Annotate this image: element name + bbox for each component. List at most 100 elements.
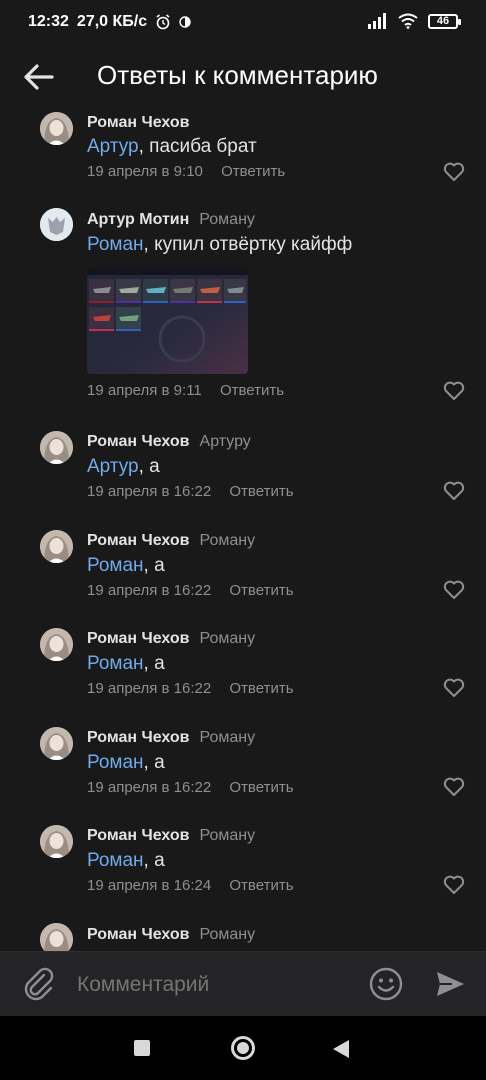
comment-text: Роман, а [87,653,165,675]
comment-input[interactable] [77,969,347,1001]
mention-link[interactable]: Роман [87,653,144,674]
comment-item: Артур Мотин Роману Роман, купил отвёртку … [0,206,486,406]
mention-link[interactable]: Роман [87,752,144,773]
avatar[interactable] [40,727,73,760]
reply-to[interactable]: Роману [200,827,256,844]
network-speed: 27,0 КБ/с [76,13,148,30]
comments-feed[interactable]: Роман Чехов Артур, пасиба брат 19 апреля… [0,108,486,951]
comment-meta: 19 апреля в 9:11 Ответить [87,382,284,399]
comment-body: , пасиба брат [138,136,257,157]
comment-text: Роман, купил отвёртку кайфф [87,234,352,256]
author-line: Роман Чехов Роману [87,532,255,550]
comment-author[interactable]: Роман Чехов [87,114,190,131]
heart-icon[interactable] [443,777,465,797]
attachment-image [87,267,248,374]
comment-meta: 19 апреля в 16:22 Ответить [87,680,294,697]
status-right: 46 [368,13,461,29]
comment-text: Роман, а [87,850,165,872]
reply-to[interactable]: Роману [200,630,256,647]
reply-to[interactable]: Роману [200,532,256,549]
photo-attachment[interactable] [87,267,248,374]
emoji-icon[interactable] [368,966,404,1002]
comment-author[interactable]: Артур Мотин [87,211,189,228]
avatar[interactable] [40,112,73,145]
reply-to[interactable]: Артуру [200,433,251,450]
heart-icon[interactable] [443,481,465,501]
mention-link[interactable]: Артур [87,136,139,157]
recents-icon[interactable] [134,1040,150,1056]
avatar-image [40,923,73,951]
reply-button[interactable]: Ответить [229,483,293,500]
comment-body: , купил отвёртку кайфф [143,234,353,255]
alarm-icon [156,14,170,30]
reply-to[interactable]: Роману [200,729,256,746]
send-icon[interactable] [434,968,466,1000]
reply-button[interactable]: Ответить [229,680,293,697]
mention-link[interactable]: Артур [87,456,139,477]
nav-back-icon[interactable] [333,1040,349,1058]
reply-to[interactable]: Роману [199,211,255,228]
status-bar: 12:32 27,0 КБ/с 46 [0,0,486,46]
avatar-image [40,530,73,563]
heart-icon[interactable] [443,580,465,600]
heart-icon[interactable] [443,381,465,401]
avatar[interactable] [40,628,73,661]
comment-body: , а [143,850,165,871]
author-line: Роман Чехов Артуру [87,433,251,451]
reply-button[interactable]: Ответить [220,382,284,399]
author-line: Роман Чехов Роману [87,926,255,944]
mention-link[interactable]: Роман [87,850,144,871]
comment-body: , а [143,752,165,773]
comment-item: Роман Чехов Роману [0,921,486,951]
comment-meta: 19 апреля в 16:22 Ответить [87,483,294,500]
avatar[interactable] [40,825,73,858]
comment-author[interactable]: Роман Чехов [87,827,190,844]
comment-item: Роман Чехов Артуру Артур, а 19 апреля в 1… [0,428,486,512]
comment-meta: 19 апреля в 16:22 Ответить [87,779,294,796]
comment-body: , а [143,653,165,674]
reply-button[interactable]: Ответить [229,877,293,894]
mention-link[interactable]: Роман [87,234,144,255]
avatar-image [40,825,73,858]
app-header: Ответы к комментарию [0,46,486,108]
heart-icon[interactable] [443,162,465,182]
status-left: 12:32 27,0 КБ/с [28,13,191,31]
author-line: Роман Чехов Роману [87,729,255,747]
comment-meta: 19 апреля в 9:10 Ответить [87,163,285,180]
avatar-image [40,208,73,241]
comment-author[interactable]: Роман Чехов [87,630,190,647]
comment-item: Роман Чехов Роману Роман, а 19 апреля в 1… [0,724,486,808]
comment-date: 19 апреля в 16:22 [87,680,212,697]
heart-icon[interactable] [443,875,465,895]
reply-button[interactable]: Ответить [229,779,293,796]
comment-date: 19 апреля в 16:22 [87,582,212,599]
home-icon[interactable] [231,1036,255,1060]
comment-text: Роман, а [87,555,165,577]
mention-link[interactable]: Роман [87,555,144,576]
author-line: Артур Мотин Роману [87,211,255,229]
comment-author[interactable]: Роман Чехов [87,926,190,943]
avatar[interactable] [40,530,73,563]
avatar-image [40,112,73,145]
avatar[interactable] [40,431,73,464]
comment-item: Роман Чехов Роману Роман, а 19 апреля в 1… [0,823,486,907]
comment-author[interactable]: Роман Чехов [87,433,190,450]
paperclip-icon[interactable] [22,966,56,1002]
heart-icon[interactable] [443,678,465,698]
comment-body: , а [143,555,165,576]
back-arrow-icon[interactable] [20,60,56,94]
comment-text: Роман, а [87,752,165,774]
comment-meta: 19 апреля в 16:24 Ответить [87,877,294,894]
avatar[interactable] [40,208,73,241]
avatar[interactable] [40,923,73,951]
comment-date: 19 апреля в 16:24 [87,877,212,894]
comment-author[interactable]: Роман Чехов [87,532,190,549]
reply-button[interactable]: Ответить [221,163,285,180]
comment-meta: 19 апреля в 16:22 Ответить [87,582,294,599]
reply-button[interactable]: Ответить [229,582,293,599]
comment-date: 19 апреля в 16:22 [87,779,212,796]
comment-date: 19 апреля в 9:10 [87,163,203,180]
avatar-image [40,628,73,661]
comment-author[interactable]: Роман Чехов [87,729,190,746]
reply-to[interactable]: Роману [200,926,256,943]
